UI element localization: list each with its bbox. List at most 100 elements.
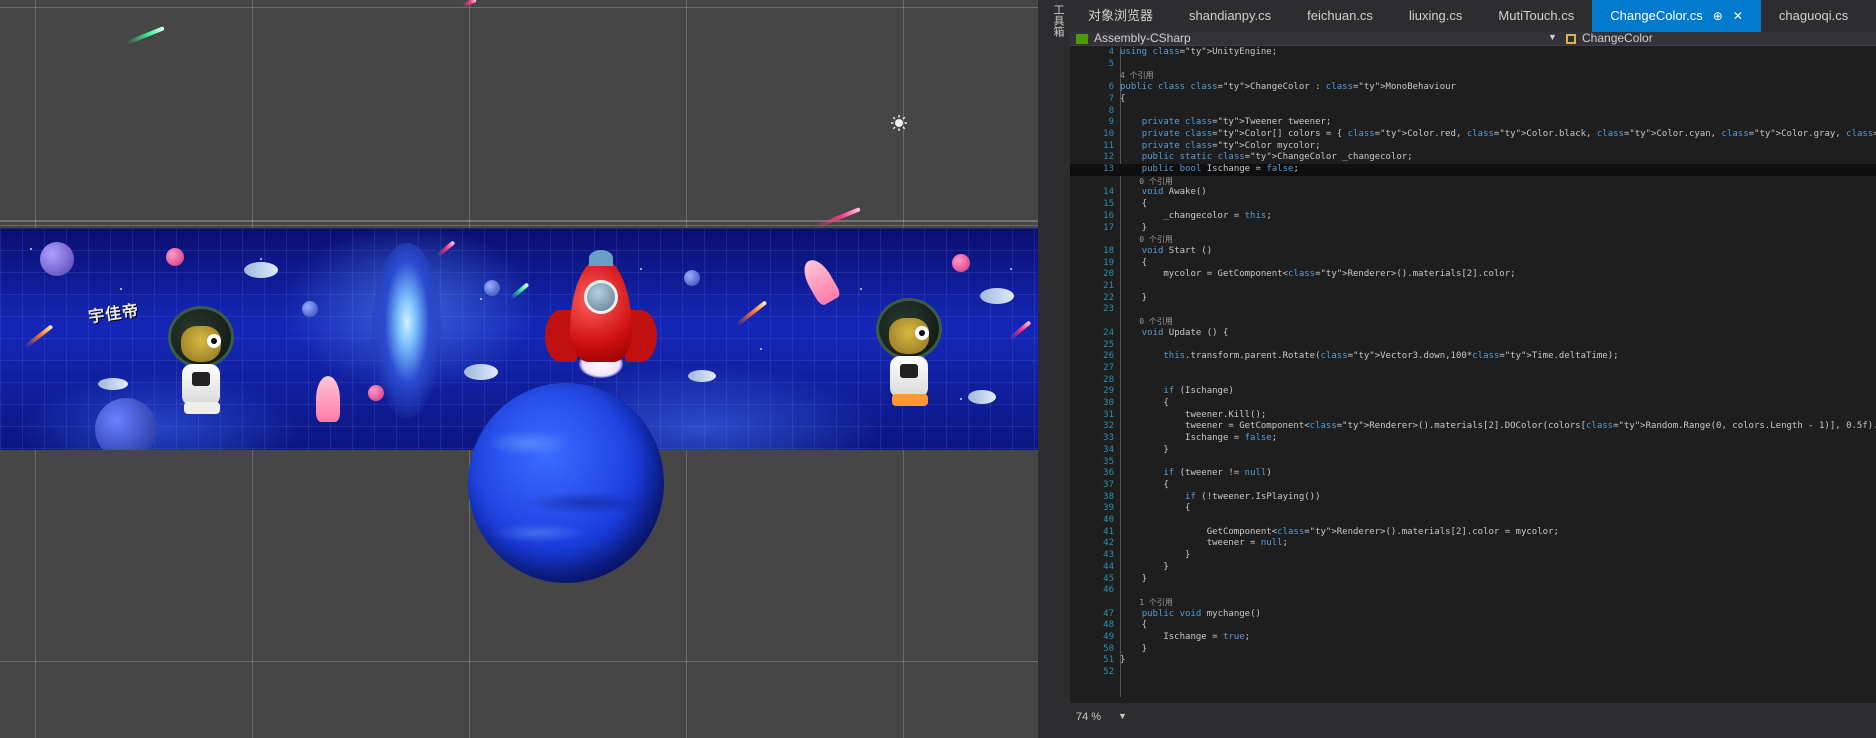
blue-planet[interactable] [468,383,664,583]
class-dropdown[interactable]: ChangeColor [1566,30,1653,46]
code-text: public class class="ty">ChangeColor : cl… [1120,82,1456,93]
code-line: 20 mycolor = GetComponent<class="ty">Ren… [1070,269,1515,281]
zoom-level[interactable]: 74 % [1076,711,1101,723]
star [30,248,32,250]
line-number: 23 [1103,304,1114,315]
code-text: { [1120,199,1148,210]
code-text: { [1120,620,1148,631]
project-dropdown[interactable]: Assembly-CSharp [1076,30,1546,46]
tab-5[interactable]: ChangeColor.cs ⊕ ✕ [1592,0,1761,32]
code-line: 19 { [1070,258,1147,270]
code-text: void Update () { [1141,327,1229,338]
toolbox-tab[interactable]: 工具箱 [1048,4,1066,44]
line-number: 17 [1103,222,1114,233]
star [760,348,762,350]
code-line: 32 tweener = GetComponent<class="ty">Ren… [1070,421,1876,433]
code-line: 4 using class="ty">UnityEngine; [1070,47,1278,59]
star [260,258,262,260]
code-line: 41 GetComponent<class="ty">Renderer>().m… [1070,527,1559,539]
fish [244,262,278,278]
code-text: { [1120,257,1148,268]
line-number: 11 [1103,140,1114,151]
codelens-reference[interactable]: 4 个引用 [1070,70,1154,82]
code-line: 28 [1070,375,1120,387]
code-line: 49 Ischange = true; [1070,632,1250,644]
star [860,288,862,290]
editor-status-bar: 74 % ▼ [1070,703,1876,738]
fish [688,370,716,382]
code-line: 16 _changecolor = this; [1070,211,1272,223]
chevron-down-icon[interactable]: ▼ [1118,711,1127,721]
code-text: this.transform.parent.Rotate(class="ty">… [1163,351,1619,362]
chevron-down-icon[interactable]: ▼ [1548,32,1557,42]
astronaut-character [876,298,946,408]
code-area[interactable]: 4 using class="ty">UnityEngine; 5 4 个引用 6 pub… [1070,47,1876,703]
line-number: 32 [1103,421,1114,432]
code-line: 5 [1070,59,1120,71]
scene-view[interactable]: 宇佳帝 [0,0,1038,738]
meteor [814,207,861,229]
code-text: Ischange = false; [1120,433,1278,444]
code-text: 1 个引用 [1120,597,1173,607]
codelens-reference[interactable]: 0 个引用 [1070,176,1173,188]
tab-4[interactable]: MutiTouch.cs [1480,0,1592,32]
code-text: private class="ty">Color mycolor; [1141,140,1321,151]
tab-0[interactable]: 对象浏览器 [1070,0,1171,32]
code-text: public static class="ty">ChangeColor _ch… [1141,152,1413,163]
line-number: 45 [1103,573,1114,584]
line-number: 24 [1103,327,1114,338]
code-text: void Start () [1141,245,1213,256]
close-icon[interactable]: ✕ [1733,9,1743,23]
star [480,298,482,300]
line-number: 28 [1103,374,1114,385]
code-editor[interactable]: 工具箱 对象浏览器 shandianpy.cs feichuan.cs liuxing… [1044,0,1876,738]
astronaut-legs [892,394,928,406]
rocket-tip [589,250,613,266]
line-number: 40 [1103,515,1114,525]
tab-6[interactable]: chaguoqi.cs [1761,0,1866,32]
code-text: private class="ty">Color[] colors = { cl… [1141,128,1876,139]
code-line: 45 } [1070,574,1147,586]
code-line: 52 [1070,667,1120,679]
line-number: 26 [1103,351,1114,362]
toolbox-strip[interactable]: 工具箱 [1044,0,1070,738]
pin-icon[interactable]: ⊕ [1713,9,1723,23]
codelens-reference[interactable]: 0 个引用 [1070,316,1173,328]
code-text: } [1120,643,1148,654]
tab-2[interactable]: feichuan.cs [1289,0,1391,32]
rocket[interactable] [545,250,657,380]
code-line: 21 [1070,281,1120,293]
code-line: 13 public bool Ischange = false; [1070,164,1876,176]
code-line: 42 tweener = null; [1070,538,1288,550]
code-text: if (tweener != null) [1163,468,1272,479]
directional-light-icon[interactable] [891,115,907,131]
code-text: } [1120,655,1126,666]
code-line: 11 private class="ty">Color mycolor; [1070,140,1321,153]
line-number: 20 [1103,269,1114,280]
line-number: 19 [1103,257,1114,268]
codelens-reference[interactable]: 1 个引用 [1070,597,1173,609]
rocket-window [584,280,618,314]
line-number: 27 [1103,362,1114,373]
fish [464,364,498,380]
code-line: 22 } [1070,293,1147,305]
meteor [462,0,477,8]
tab-1[interactable]: shandianpy.cs [1171,0,1289,32]
code-line: 9 private class="ty">Tweener tweener; [1070,117,1332,129]
code-text: Ischange = true; [1120,632,1251,642]
line-number: 8 [1108,105,1114,116]
star [1010,268,1012,270]
astronaut-eye [915,326,929,340]
line-number: 51 [1103,655,1114,666]
astronaut-face [889,318,929,354]
astronaut-suit [890,356,928,398]
code-line: 35 [1070,457,1120,469]
fish [968,390,996,404]
code-line: 17 } [1070,223,1147,235]
csharp-project-icon [1076,33,1088,44]
code-text: if (Ischange) [1163,386,1234,397]
tab-3[interactable]: liuxing.cs [1391,0,1480,32]
pink-ball [166,248,184,266]
line-number: 49 [1103,632,1114,642]
codelens-reference[interactable]: 0 个引用 [1070,234,1173,246]
